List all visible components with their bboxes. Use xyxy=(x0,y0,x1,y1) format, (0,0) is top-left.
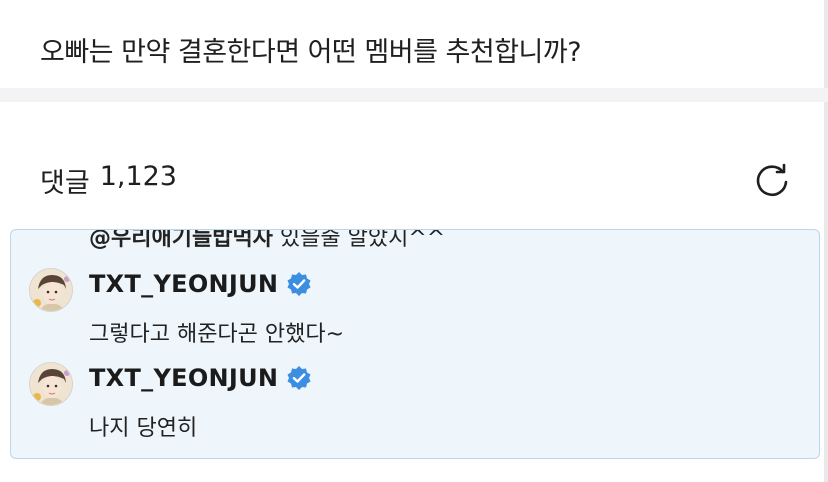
verified-badge-icon xyxy=(287,366,311,390)
previous-comment[interactable]: @우리애기늘밥먹자 있을줄 알았지^^ xyxy=(89,229,446,252)
reply-thread: @우리애기늘밥먹자 있을줄 알았지^^ TXT_YEONJUN 그렇다고 해준다… xyxy=(10,229,820,459)
reply-author-row: TXT_YEONJUN xyxy=(89,364,312,392)
comments-label: 댓글 xyxy=(40,167,90,199)
verified-badge-icon xyxy=(287,272,311,296)
question-title: 오빠는 만약 결혼한다면 어떤 멤버를 추천합니까? xyxy=(40,37,582,68)
avatar[interactable] xyxy=(29,362,73,406)
mention-link[interactable]: @우리애기늘밥먹자 xyxy=(89,230,273,251)
avatar[interactable] xyxy=(29,268,73,312)
previous-comment-text: 있을줄 알았지^^ xyxy=(279,229,446,251)
scroll-edge xyxy=(824,0,828,482)
refresh-button[interactable] xyxy=(750,158,794,202)
reply-text: 그렇다고 해준다곤 안했다~ xyxy=(89,322,345,347)
refresh-icon xyxy=(756,163,788,197)
author-name[interactable]: TXT_YEONJUN xyxy=(89,270,278,298)
post-detail-page: 오빠는 만약 결혼한다면 어떤 멤버를 추천합니까? 댓글 1,123 @우리애… xyxy=(0,0,828,482)
comments-header: 댓글 1,123 xyxy=(40,158,790,202)
avatar-image xyxy=(30,363,72,405)
avatar-image xyxy=(30,269,72,311)
comments-count: 1,123 xyxy=(99,160,177,192)
reply-author-row: TXT_YEONJUN xyxy=(89,270,312,298)
comments-title: 댓글 1,123 xyxy=(40,161,177,200)
reply-text: 나지 당연히 xyxy=(89,416,198,441)
author-name[interactable]: TXT_YEONJUN xyxy=(89,364,278,392)
section-divider xyxy=(0,88,828,102)
